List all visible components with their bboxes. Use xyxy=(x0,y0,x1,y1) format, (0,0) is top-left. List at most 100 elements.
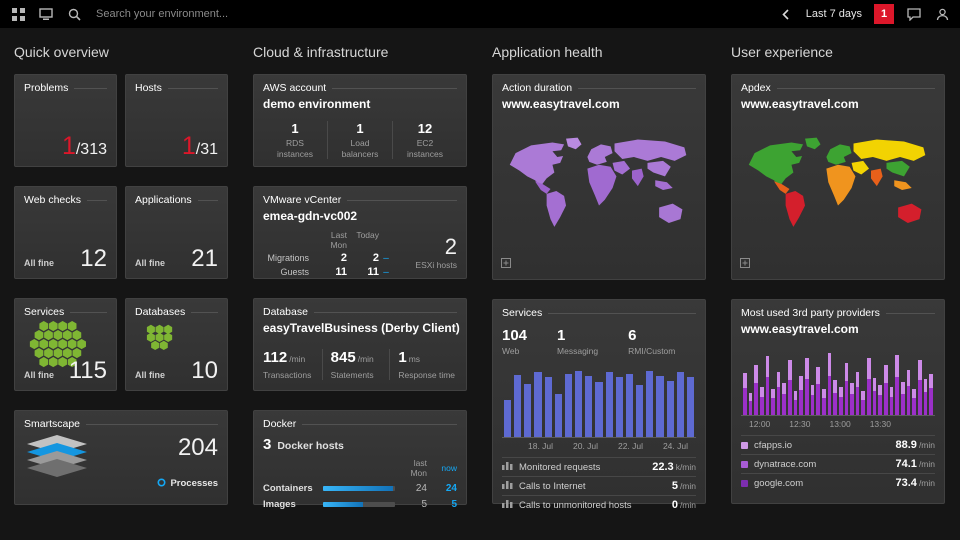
web-checks-count: 12 xyxy=(80,247,107,271)
docker-hosts-stat: 3 Docker hosts xyxy=(263,436,457,453)
database-name: easyTravelBusiness (Derby Client) xyxy=(263,321,457,335)
title-rule xyxy=(332,88,457,89)
tile-vmware-vcenter[interactable]: VMware vCenter emea-gdn-vc002 Last Mon T… xyxy=(253,186,467,279)
tile-action-duration[interactable]: Action duration www.easytravel.com xyxy=(492,74,706,280)
aws-stat-ec2: 12 EC2instances xyxy=(392,121,457,159)
hosts-problem-count: 1 xyxy=(182,134,196,159)
timeframe-label[interactable]: Last 7 days xyxy=(806,8,862,20)
chat-icon[interactable] xyxy=(906,6,922,22)
tile-title: AWS account xyxy=(263,82,326,94)
tile-hosts[interactable]: Hosts 1 /31 xyxy=(125,74,228,167)
processes-icon xyxy=(157,478,166,490)
tile-title: Most used 3rd party providers xyxy=(741,307,880,319)
aws-environment-name: demo environment xyxy=(263,97,457,111)
tile-applications[interactable]: Applications All fine 21 xyxy=(125,186,228,279)
tile-services-health[interactable]: Services 104 Web 1 Messaging 6 RMI/Custo… xyxy=(492,299,706,504)
application-name: www.easytravel.com xyxy=(741,97,935,111)
problems-open-count: 1 xyxy=(62,134,76,159)
problems-badge[interactable]: 1 xyxy=(874,4,894,24)
docker-table-header: last Mon now xyxy=(263,458,457,478)
tile-title: Services xyxy=(24,306,64,318)
mini-chart-icon xyxy=(502,480,513,492)
column-application-health: Application health Action duration www.e… xyxy=(492,40,706,505)
provider-color-dot xyxy=(741,442,748,449)
search-icon[interactable] xyxy=(66,6,82,22)
tile-services[interactable]: Services ⬢⬢⬢⬢⬢⬢⬢⬢⬢⬢⬢⬢⬢⬢⬢⬢⬢⬢⬢⬢⬢⬢⬢⬢ All fi… xyxy=(14,298,117,391)
apps-menu-icon[interactable] xyxy=(10,6,26,22)
vcenter-name: emea-gdn-vc002 xyxy=(263,209,457,223)
title-rule xyxy=(87,200,107,201)
smartscape-layers-icon xyxy=(24,434,90,491)
dashboard: Quick overview Problems 1 /313 Hosts 1 /… xyxy=(0,28,960,505)
tile-problems[interactable]: Problems 1 /313 xyxy=(14,74,117,167)
title-rule xyxy=(548,313,696,314)
tile-web-checks[interactable]: Web checks All fine 12 xyxy=(14,186,117,279)
provider-row-dynatrace[interactable]: dynatrace.com 74.1/min xyxy=(741,454,935,473)
tile-aws-account[interactable]: AWS account demo environment 1 RDSinstan… xyxy=(253,74,467,167)
tile-smartscape[interactable]: Smartscape 204 xyxy=(14,410,228,505)
tile-title: Smartscape xyxy=(24,418,80,430)
vmware-row-migrations: Migrations 2 2 – xyxy=(263,252,399,264)
tile-title: Database xyxy=(263,306,308,318)
title-rule xyxy=(191,312,218,313)
section-title-quick-overview: Quick overview xyxy=(14,44,228,60)
tile-title: VMware vCenter xyxy=(263,194,341,206)
requests-x-axis: 18. Jul 20. Jul 22. Jul 24. Jul xyxy=(502,441,696,451)
services-stat-web: 104 Web xyxy=(502,327,527,356)
problems-total-count: /313 xyxy=(76,141,107,159)
desktop-icon[interactable] xyxy=(38,6,54,22)
requests-bar-chart xyxy=(502,365,696,438)
provider-row-cfapps[interactable]: cfapps.io 88.9/min xyxy=(741,435,935,454)
column-user-experience: User experience Apdex www.easytravel.com xyxy=(731,40,945,505)
providers-bar-chart xyxy=(741,345,935,416)
mini-chart-icon xyxy=(502,461,513,473)
legend-monitored-requests[interactable]: Monitored requests 22.3k/min xyxy=(502,457,696,476)
services-stat-rmi-custom: 6 RMI/Custom xyxy=(628,327,675,356)
section-title-user-experience: User experience xyxy=(731,44,945,60)
column-cloud-infrastructure: Cloud & infrastructure AWS account demo … xyxy=(253,40,467,505)
user-icon[interactable] xyxy=(934,6,950,22)
images-bar xyxy=(323,502,395,507)
title-rule xyxy=(886,313,935,314)
topbar: Last 7 days 1 xyxy=(0,0,960,28)
tile-title: Apdex xyxy=(741,82,771,94)
map-control-icon[interactable] xyxy=(740,255,750,273)
provider-row-google[interactable]: google.com 73.4/min xyxy=(741,473,935,492)
provider-color-dot xyxy=(741,461,748,468)
title-rule xyxy=(198,200,218,201)
tile-third-party-providers[interactable]: Most used 3rd party providers www.easytr… xyxy=(731,299,945,504)
databases-count: 10 xyxy=(191,359,218,383)
tile-database[interactable]: Database easyTravelBusiness (Derby Clien… xyxy=(253,298,467,391)
legend-calls-internet[interactable]: Calls to Internet 5/min xyxy=(502,476,696,495)
tile-databases[interactable]: Databases ⬢⬢⬢⬢⬢⬢⬢⬢ All fine 10 xyxy=(125,298,228,391)
applications-count: 21 xyxy=(191,247,218,271)
trend-dash-icon: – xyxy=(381,267,391,278)
vmware-row-guests: Guests 11 11 – xyxy=(263,266,399,278)
tile-apdex[interactable]: Apdex www.easytravel.com xyxy=(731,74,945,280)
map-control-icon[interactable] xyxy=(501,255,511,273)
legend-calls-unmonitored[interactable]: Calls to unmonitored hosts 0/min xyxy=(502,495,696,514)
tile-title: Databases xyxy=(135,306,185,318)
provider-color-dot xyxy=(741,480,748,487)
title-rule xyxy=(86,424,218,425)
docker-row-containers: Containers 24 24 xyxy=(263,483,457,494)
tile-title: Action duration xyxy=(502,82,572,94)
title-rule xyxy=(168,88,218,89)
containers-bar xyxy=(323,486,395,491)
chevron-left-icon[interactable] xyxy=(778,6,794,22)
search-input[interactable] xyxy=(94,7,328,21)
status-text: All fine xyxy=(135,258,165,268)
column-quick-overview: Quick overview Problems 1 /313 Hosts 1 /… xyxy=(14,40,228,505)
application-name: www.easytravel.com xyxy=(741,322,935,336)
vmware-table: Last Mon Today Migrations 2 2 – Guests xyxy=(263,228,399,278)
status-text: All fine xyxy=(24,370,54,380)
tile-title: Problems xyxy=(24,82,68,94)
processes-label: Processes xyxy=(170,478,218,489)
trend-dash-icon: – xyxy=(381,253,391,264)
services-count: 115 xyxy=(69,359,107,383)
tile-docker[interactable]: Docker 3 Docker hosts last Mon now Conta… xyxy=(253,410,467,505)
esxi-hosts-stat: 2 ESXi hosts xyxy=(399,236,457,270)
application-name: www.easytravel.com xyxy=(502,97,696,111)
title-rule xyxy=(777,88,935,89)
mini-chart-icon xyxy=(502,499,513,511)
